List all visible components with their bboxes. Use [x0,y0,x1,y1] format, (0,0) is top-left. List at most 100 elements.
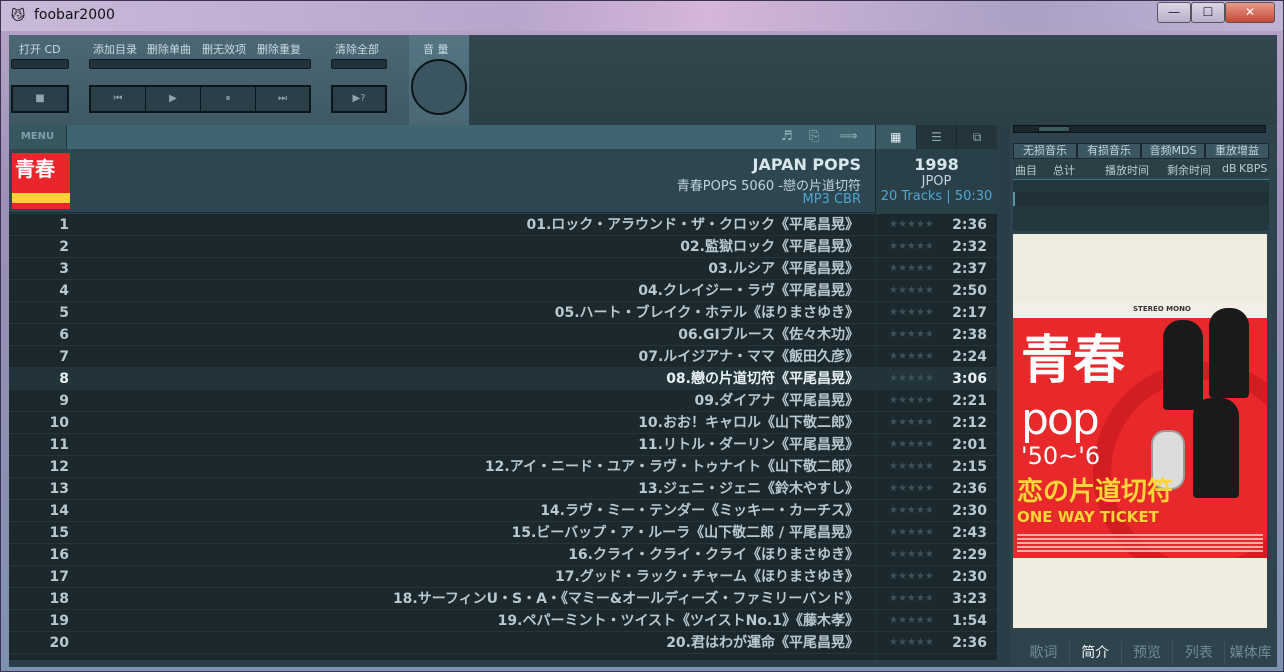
track-rating: ★★★★★ [889,373,934,384]
seek-handle[interactable] [1038,126,1070,132]
col-remaining[interactable]: 剩余时间 [1167,162,1211,178]
table-row[interactable]: 5 05.ハート・ブレイク・ホテル《ほりまさゆき》 ★★★★★ 2:17 [9,302,997,324]
prev-button[interactable]: ⏮ [91,87,146,111]
table-row[interactable]: 2 02.監獄ロック《平尾昌晃》 ★★★★★ 2:32 [9,236,997,258]
table-row[interactable]: 19 19.ペパーミント・ツイスト《ツイストNo.1》《藤木孝》 ★★★★★ 1:54 [9,610,997,632]
repeat-mode-icon[interactable]: ⟹ [839,129,858,144]
next-button[interactable]: ⏭ [256,87,309,111]
maximize-button[interactable]: ☐ [1191,2,1225,23]
stats-row[interactable] [1013,192,1269,206]
track-title: 06.GIブルース《佐々木功》 [678,327,859,343]
stop-button[interactable]: ■ [11,85,69,113]
track-number: 7 [59,349,69,365]
close-button[interactable]: ✕ [1225,2,1275,23]
clear-all-label[interactable]: 清除全部 [335,41,379,57]
cover-stereo-mono: STEREO MONO [1133,305,1191,313]
table-row[interactable]: 13 13.ジェニ・ジェニ《鈴木やすし》 ★★★★★ 2:36 [9,478,997,500]
track-duration: 2:50 [952,283,987,299]
music-note-icon[interactable]: ♬ [781,129,793,144]
remove-invalid-label[interactable]: 删无效项 [202,41,246,57]
table-row[interactable]: 15 15.ビーバップ・ア・ルーラ《山下敬二郎 / 平尾昌晃》 ★★★★★ 2:43 [9,522,997,544]
track-duration: 2:36 [952,635,987,651]
track-rating: ★★★★★ [889,241,934,252]
table-row[interactable]: 11 11.リトル・ダーリン《平尾昌晃》 ★★★★★ 2:01 [9,434,997,456]
track-duration: 2:32 [952,239,987,255]
track-title: 12.アイ・ニード・ユア・ラヴ・トゥナイト《山下敬二郎》 [484,459,859,475]
track-rating: ★★★★★ [889,329,934,340]
tab-audio-md5[interactable]: 音频MDS [1141,143,1205,159]
pause-button[interactable]: ⏸ [201,87,256,111]
foobar-cat-icon: 😼 [10,8,26,24]
col-track[interactable]: 曲目 [1015,162,1037,178]
table-row[interactable]: 12 12.アイ・ニード・ユア・ラヴ・トゥナイト《山下敬二郎》 ★★★★★ 2:15 [9,456,997,478]
table-row[interactable]: 9 09.ダイアナ《平尾昌晃》 ★★★★★ 2:21 [9,390,997,412]
col-total[interactable]: 总计 [1053,162,1075,178]
volume-knob[interactable] [411,59,467,115]
track-rating: ★★★★★ [889,395,934,406]
col-play-time[interactable]: 播放时间 [1105,162,1149,178]
stats-list[interactable] [1013,179,1269,231]
menu-button[interactable]: MENU [9,125,67,149]
table-row[interactable]: 6 06.GIブルース《佐々木功》 ★★★★★ 2:38 [9,324,997,346]
view-mode-tabs: ▦ ☰ ⧉ [875,125,997,149]
open-cd-label[interactable]: 打开 CD [19,41,61,57]
table-row[interactable]: 18 18.サーフィンU・S・A・《マミー&オールディーズ・ファミリーバンド》 ★★… [9,588,997,610]
table-row[interactable]: 1 01.ロック・アラウンド・ザ・クロック《平尾昌晃》 ★★★★★ 2:36 [9,214,997,236]
tab-info[interactable]: 简介 [1070,641,1122,665]
track-number: 15 [49,525,69,541]
tab-lossy[interactable]: 有损音乐 [1077,143,1141,159]
volume-panel: 音 量 [409,35,469,125]
track-list[interactable]: 1 01.ロック・アラウンド・ザ・クロック《平尾昌晃》 ★★★★★ 2:36 2 02.監… [9,214,997,660]
track-duration: 2:15 [952,459,987,475]
album-meta: 1998 JPOP 20 Tracks | 50:30 [875,149,997,213]
track-rating: ★★★★★ [889,307,934,318]
tab-library[interactable]: 媒体库 [1225,641,1276,665]
random-button[interactable]: ▶? [331,85,387,113]
tab-preview[interactable]: 预览 [1122,641,1174,665]
track-number: 13 [49,481,69,497]
album-thumbnail[interactable]: 青春 [12,153,70,209]
track-rating: ★★★★★ [889,549,934,560]
playlist-ops-slot[interactable] [89,59,311,69]
col-kbps[interactable]: KBPS [1239,162,1267,175]
open-cd-slot[interactable] [11,59,69,69]
track-title: 18.サーフィンU・S・A・《マミー&オールディーズ・ファミリーバンド》 [392,591,859,607]
table-row[interactable]: 17 17.グッド・ラック・チャーム《ほりまさゆき》 ★★★★★ 2:30 [9,566,997,588]
tab-lyrics[interactable]: 歌词 [1018,641,1070,665]
tab-lossless[interactable]: 无损音乐 [1013,143,1077,159]
table-row[interactable]: 14 14.ラヴ・ミー・テンダー《ミッキー・カーチス》 ★★★★★ 2:30 [9,500,997,522]
track-number: 2 [59,239,69,255]
tab-replaygain[interactable]: 重放增益 [1205,143,1269,159]
list-view-icon[interactable]: ☰ [915,125,957,149]
table-row[interactable]: 4 04.クレイジー・ラヴ《平尾昌晃》 ★★★★★ 2:50 [9,280,997,302]
export-icon[interactable]: ⎘ [809,129,819,144]
table-row[interactable]: 8 08.戀の片道切符《平尾昌晃》 ★★★★★ 3:06 [9,368,997,390]
album-track-count: 20 Tracks | 50:30 [880,189,993,204]
table-row[interactable]: 7 07.ルイジアナ・ママ《飯田久彦》 ★★★★★ 2:24 [9,346,997,368]
track-rating: ★★★★★ [889,351,934,362]
popout-view-icon[interactable]: ⧉ [956,125,997,149]
table-row[interactable]: 10 10.おお！キャロル《山下敬二郎》 ★★★★★ 2:12 [9,412,997,434]
grid-view-icon[interactable]: ▦ [875,125,916,149]
add-folder-label[interactable]: 添加目录 [93,41,137,57]
track-rating: ★★★★★ [889,637,934,648]
tab-list[interactable]: 列表 [1173,641,1226,665]
table-row[interactable]: 16 16.クライ・クライ・クライ《ほりまさゆき》 ★★★★★ 2:29 [9,544,997,566]
track-title: 09.ダイアナ《平尾昌晃》 [694,393,859,409]
seek-bar[interactable] [1013,125,1266,133]
title-bar[interactable]: 😼 foobar2000 — ☐ ✕ [1,1,1283,31]
track-duration: 1:54 [952,613,987,629]
remove-duplicates-label[interactable]: 删除重复 [257,41,301,57]
remove-single-label[interactable]: 删除单曲 [147,41,191,57]
track-duration: 2:36 [952,481,987,497]
clear-all-slot[interactable] [331,59,387,69]
minimize-button[interactable]: — [1157,2,1191,23]
col-db[interactable]: dB [1222,162,1237,175]
volume-label: 音 量 [423,43,449,56]
table-row[interactable]: 3 03.ルシア《平尾昌晃》 ★★★★★ 2:37 [9,258,997,280]
track-number: 4 [59,283,69,299]
artwork-panel[interactable]: STEREO MONO 青春 pop '50~'6 恋の片道切符 ONE WAY… [1013,234,1267,628]
play-button[interactable]: ▶ [146,87,201,111]
track-duration: 2:36 [952,217,987,233]
table-row[interactable]: 20 20.君はわが運命《平尾昌晃》 ★★★★★ 2:36 [9,632,997,654]
